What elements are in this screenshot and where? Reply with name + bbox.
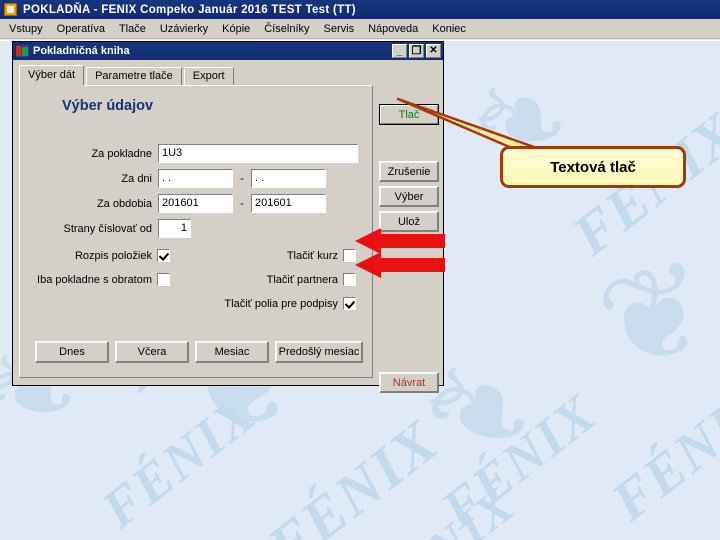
checkbox-label-tlacit-polia-pre-podpisy: Tlačiť polia pre podpisy <box>224 297 338 310</box>
menu-item-koniec[interactable]: Koniec <box>425 21 473 37</box>
button-label: Včera <box>137 346 167 358</box>
button-label: Dnes <box>59 346 85 358</box>
menu-item-vstupy[interactable]: Vstupy <box>2 21 50 37</box>
checkbox-label-iba-pokladne-s-obratom: Iba pokladne s obratom <box>37 273 152 286</box>
input-za-dni-to[interactable]: . . <box>251 169 326 188</box>
range-separator: - <box>240 197 244 210</box>
minimize-icon[interactable]: _ <box>392 44 407 58</box>
tab-label: Výber dát <box>28 69 76 81</box>
input-za-dni-from[interactable]: . . <box>158 169 233 188</box>
annotation-arrow-tlacit-kurz <box>355 228 445 254</box>
callout-label: Textová tlač <box>550 158 636 176</box>
field-label-za-pokladne: Za pokladne <box>91 147 152 160</box>
button-vyber[interactable]: Výber <box>379 186 439 207</box>
checkbox-row-tlacit-partnera[interactable]: Tlačiť partnera <box>216 273 356 286</box>
checkbox-row-tlacit-kurz[interactable]: Tlačiť kurz <box>216 249 356 262</box>
field-label-za-dni: Za dni <box>121 172 152 185</box>
menu-item-operativa[interactable]: Operatíva <box>50 21 112 37</box>
button-navrat[interactable]: Návrat <box>379 372 439 393</box>
field-za-obdobia: Za obdobia 201601 - 201601 <box>30 194 365 213</box>
input-za-obdobia-from[interactable]: 201601 <box>158 194 233 213</box>
checkbox-row-iba-pokladne-s-obratom[interactable]: Iba pokladne s obratom <box>30 273 170 286</box>
menu-item-ciselniky[interactable]: Číselníky <box>257 21 316 37</box>
menu-item-servis[interactable]: Servis <box>317 21 362 37</box>
tab-vyber-dat[interactable]: Výber dát <box>19 65 85 86</box>
callout-textova-tlac: Textová tlač <box>500 146 686 188</box>
tab-label: Export <box>192 70 225 82</box>
button-label: Mesiac <box>214 346 250 358</box>
field-za-dni: Za dni . . - . . <box>30 169 365 188</box>
panel-heading: Výber údajov <box>62 98 154 114</box>
dialog-body: Výber dát Parametre tlače Export Výber ú… <box>13 60 443 393</box>
main-window-title: POKLADŇA - FENIX Compeko Január 2016 TES… <box>23 3 356 16</box>
dialog-system-buttons: _ ❐ ✕ <box>392 44 441 58</box>
checkbox-label-rozpis-poloziek: Rozpis položiek <box>74 249 152 262</box>
input-za-obdobia-to[interactable]: 201601 <box>251 194 326 213</box>
field-label-strany-cislovat-od: Strany číslovať od <box>63 222 153 235</box>
field-za-pokladne: Za pokladne 1U3 <box>30 144 365 163</box>
screen: ❧ ❦ ❧ ❦ ❧ FÉNIX FÉNIX FÉNIX FÉNIX FÉNIX … <box>0 0 720 540</box>
tab-panel-vyber-dat: Výber údajov Za pokladne 1U3 Za dni . . … <box>19 85 373 378</box>
main-titlebar: POKLADŇA - FENIX Compeko Január 2016 TES… <box>0 0 720 19</box>
checkbox-label-tlacit-kurz: Tlačiť kurz <box>286 249 338 262</box>
tab-export[interactable]: Export <box>183 67 234 86</box>
tab-label: Parametre tlače <box>95 70 173 82</box>
close-icon[interactable]: ✕ <box>426 44 441 58</box>
dialog-titlebar[interactable]: Pokladničná kniha _ ❐ ✕ <box>13 42 443 60</box>
button-dnes[interactable]: Dnes <box>35 341 109 363</box>
book-icon <box>16 45 29 57</box>
checkbox-row-tlacit-polia-pre-podpisy[interactable]: Tlačiť polia pre podpisy <box>190 297 356 310</box>
button-label: Predošlý mesiac <box>278 346 360 358</box>
button-tlac[interactable]: Tlač <box>379 104 439 125</box>
annotation-arrow-tlacit-partnera <box>355 252 445 278</box>
main-menubar[interactable]: Vstupy Operatíva Tlače Uzávierky Kópie Č… <box>0 19 720 39</box>
menu-item-kopie[interactable]: Kópie <box>215 21 257 37</box>
button-label: Výber <box>394 190 424 203</box>
checkbox-row-rozpis-poloziek[interactable]: Rozpis položiek <box>30 249 170 262</box>
maximize-icon[interactable]: ❐ <box>409 44 424 58</box>
button-label: Návrat <box>392 376 426 389</box>
button-mesiac[interactable]: Mesiac <box>195 341 269 363</box>
range-separator: - <box>240 172 244 185</box>
app-icon <box>4 3 17 16</box>
checkbox-tlacit-polia-pre-podpisy[interactable] <box>343 297 356 310</box>
pokladnicna-kniha-dialog: Pokladničná kniha _ ❐ ✕ Výber dát Parame… <box>12 41 444 393</box>
field-label-za-obdobia: Za obdobia <box>96 197 152 210</box>
menu-item-tlace[interactable]: Tlače <box>112 21 153 37</box>
input-za-pokladne[interactable]: 1U3 <box>158 144 358 163</box>
button-label: Zrušenie <box>387 165 431 178</box>
input-strany-cislovat-od[interactable]: 1 <box>158 219 191 238</box>
tab-parametre-tlace[interactable]: Parametre tlače <box>86 67 182 86</box>
checkbox-iba-pokladne-s-obratom[interactable] <box>157 273 170 286</box>
menu-item-napoveda[interactable]: Nápoveda <box>361 21 425 37</box>
button-label: Ulož <box>397 215 420 228</box>
field-strany-cislovat-od: Strany číslovať od 1 <box>30 219 365 238</box>
button-zrusenie[interactable]: Zrušenie <box>379 161 439 182</box>
dialog-title: Pokladničná kniha <box>33 45 130 57</box>
checkbox-rozpis-poloziek[interactable] <box>157 249 170 262</box>
button-vcera[interactable]: Včera <box>115 341 189 363</box>
button-label: Tlač <box>398 108 420 121</box>
menu-item-uzavierky[interactable]: Uzávierky <box>153 21 215 37</box>
tabstrip: Výber dát Parametre tlače Export <box>19 65 236 86</box>
button-predosly-mesiac[interactable]: Predošlý mesiac <box>275 341 363 363</box>
checkbox-label-tlacit-partnera: Tlačiť partnera <box>266 273 338 286</box>
